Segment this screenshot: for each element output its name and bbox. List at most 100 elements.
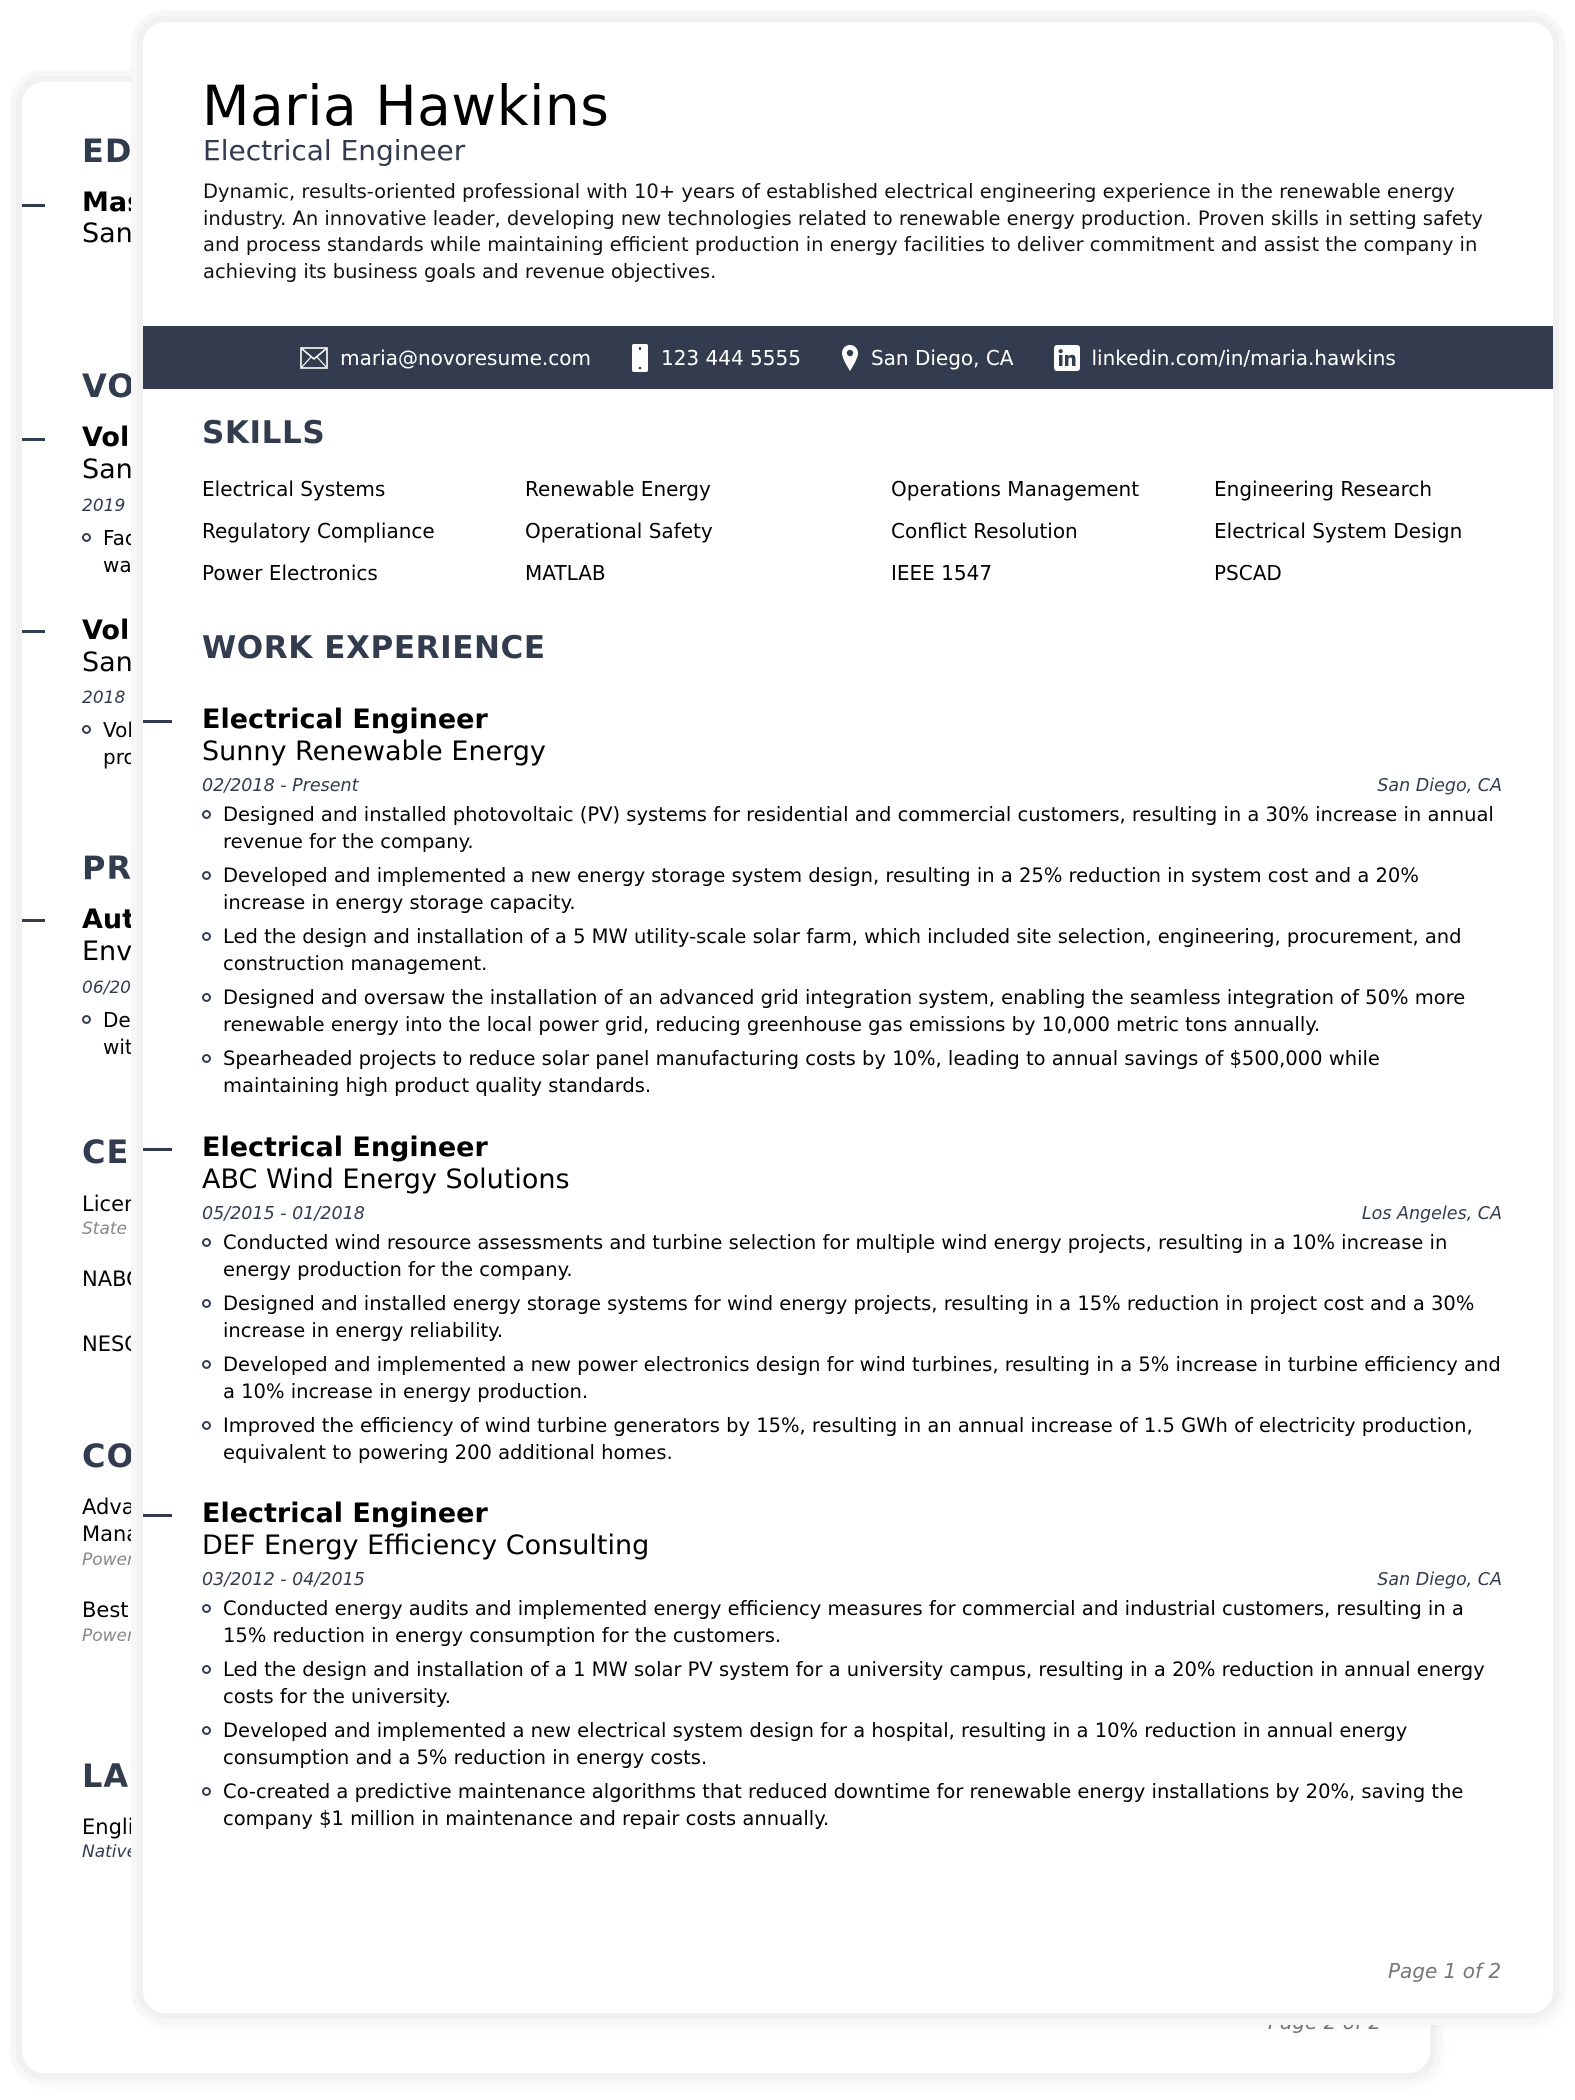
contact-bar: maria@novoresume.com 123 444 5555 San Di… — [143, 326, 1553, 389]
job-bullet-text: Designed and installed energy storage sy… — [223, 1292, 1475, 1342]
volunteer-title: Volu — [82, 615, 149, 646]
job-title: Electrical Engineer — [202, 1132, 488, 1163]
job-bullet: Conducted wind resource assessments and … — [202, 1230, 1502, 1283]
job-bullet: Spearheaded projects to reduce solar pan… — [202, 1046, 1502, 1099]
job-bullet-text: Co-created a predictive maintenance algo… — [223, 1780, 1464, 1830]
bullet-circle-icon — [202, 810, 211, 819]
job-bullet-text: Designed and installed photovoltaic (PV)… — [223, 803, 1494, 853]
job-bullet: Developed and implemented a new power el… — [202, 1352, 1502, 1405]
bullet-circle-icon — [202, 1238, 211, 1247]
volunteer-bullet: Facil — [82, 525, 147, 552]
job-bullet: Led the design and installation of a 1 M… — [202, 1657, 1502, 1710]
job-bullet: Improved the efficiency of wind turbine … — [202, 1413, 1502, 1466]
job-location: Los Angeles, CA — [1361, 1204, 1502, 1224]
page-number: Page 1 of 2 — [1388, 1959, 1502, 1983]
bullet-circle-icon — [82, 533, 91, 542]
contact-email-text[interactable]: maria@novoresume.com — [340, 346, 591, 370]
bullet-circle-icon — [202, 871, 211, 880]
candidate-name: Maria Hawkins — [202, 74, 610, 138]
job-meta: 03/2012 - 04/2015 San Diego, CA — [202, 1568, 1502, 1592]
job-bullets: Conducted wind resource assessments and … — [202, 1230, 1502, 1466]
volunteer-date: 2018 - — [82, 688, 137, 708]
job-bullet-text: Conducted energy audits and implemented … — [223, 1597, 1464, 1647]
skill-item: Conflict Resolution — [891, 519, 1078, 543]
job-dates: 05/2015 - 01/2018 — [202, 1204, 365, 1224]
course-provider: PowerE — [82, 1626, 145, 1646]
project-bullet: Desi — [82, 1007, 147, 1034]
volunteer-bullet: Volu — [82, 717, 146, 744]
job-bullets: Designed and installed photovoltaic (PV)… — [202, 802, 1502, 1099]
contact-linkedin[interactable]: linkedin.com/in/maria.hawkins — [1053, 344, 1396, 371]
section-title-work-experience: WORK EXPERIENCE — [202, 630, 546, 666]
contact-phone-text: 123 444 5555 — [660, 345, 801, 370]
timeline-dash — [143, 720, 172, 723]
bullet-circle-icon — [202, 1054, 211, 1063]
volunteer-title: Volu — [82, 422, 149, 453]
job-company: Sunny Renewable Energy — [202, 736, 546, 767]
job-bullet: Designed and oversaw the installation of… — [202, 985, 1502, 1038]
contact-email[interactable]: maria@novoresume.com — [300, 346, 591, 370]
job-bullet: Led the design and installation of a 5 M… — [202, 924, 1502, 977]
job-bullet-text: Developed and implemented a new electric… — [223, 1719, 1408, 1769]
job-bullet: Designed and installed energy storage sy… — [202, 1291, 1502, 1344]
certificate-issuer: State o — [82, 1219, 143, 1239]
bullet-circle-icon — [202, 1360, 211, 1369]
certificate-name: Licens — [82, 1192, 149, 1216]
timeline-dash — [22, 630, 45, 633]
bullet-circle-icon — [202, 1665, 211, 1674]
job-bullet-text: Conducted wind resource assessments and … — [223, 1231, 1448, 1281]
job-title: Electrical Engineer — [202, 704, 488, 735]
skill-item: IEEE 1547 — [891, 561, 993, 585]
bullet-circle-icon — [202, 1299, 211, 1308]
contact-phone[interactable]: 123 444 5555 — [631, 343, 801, 373]
job-dates: 03/2012 - 04/2015 — [202, 1570, 365, 1590]
skill-item: Power Electronics — [202, 561, 378, 585]
bullet-circle-icon — [202, 1726, 211, 1735]
skill-item: PSCAD — [1214, 561, 1282, 585]
job-bullet-text: Improved the efficiency of wind turbine … — [223, 1414, 1473, 1464]
skills-grid: Electrical Systems Renewable Energy Operat… — [202, 476, 1502, 587]
job-entry: Electrical Engineer ABC Wind Energy Solut… — [143, 1132, 1502, 1474]
candidate-role: Electrical Engineer — [203, 134, 466, 167]
job-meta: 05/2015 - 01/2018 Los Angeles, CA — [202, 1202, 1502, 1226]
course-name-cont: Mana — [82, 1522, 140, 1546]
job-location: San Diego, CA — [1377, 776, 1502, 796]
timeline-dash — [22, 438, 45, 441]
project-date: 06/201 — [82, 978, 142, 998]
job-entry: Electrical Engineer Sunny Renewable Energ… — [143, 704, 1502, 1107]
course-name: Best F — [82, 1598, 148, 1622]
contact-linkedin-text[interactable]: linkedin.com/in/maria.hawkins — [1092, 346, 1396, 370]
project-bullet-cont: with — [103, 1035, 146, 1059]
job-location: San Diego, CA — [1377, 1570, 1502, 1590]
job-bullet-text: Designed and oversaw the installation of… — [223, 986, 1466, 1036]
job-company: ABC Wind Energy Solutions — [202, 1164, 570, 1195]
language-level: Native — [82, 1842, 138, 1862]
job-company: DEF Energy Efficiency Consulting — [202, 1530, 650, 1561]
job-bullet: Developed and implemented a new electric… — [202, 1718, 1502, 1771]
bullet-circle-icon — [82, 725, 91, 734]
course-provider: PowerE — [82, 1550, 145, 1570]
job-bullet: Designed and installed photovoltaic (PV)… — [202, 802, 1502, 855]
skill-item: Electrical Systems — [202, 477, 386, 501]
bullet-circle-icon — [82, 1015, 91, 1024]
job-bullet-text: Led the design and installation of a 5 M… — [223, 925, 1462, 975]
resume-page-1: Maria Hawkins Electrical Engineer Dynami… — [143, 22, 1553, 2013]
skill-item: Operations Management — [891, 477, 1140, 501]
certificate-name: NESC — [82, 1332, 139, 1356]
timeline-dash — [143, 1514, 172, 1517]
skill-item: Electrical System Design — [1214, 519, 1463, 543]
contact-location-text: San Diego, CA — [870, 345, 1014, 370]
job-bullet-text: Developed and implemented a new power el… — [223, 1353, 1501, 1403]
certificate-name: NABC — [82, 1267, 141, 1291]
location-pin-icon — [841, 344, 859, 372]
job-dates: 02/2018 - Present — [202, 776, 359, 796]
volunteer-date: 2019 - — [82, 496, 137, 516]
volunteer-bullet-cont: prog — [103, 745, 149, 769]
skill-item: Renewable Energy — [525, 477, 711, 501]
project-org: Envir — [82, 936, 151, 967]
job-title: Electrical Engineer — [202, 1498, 488, 1529]
job-meta: 02/2018 - Present San Diego, CA — [202, 774, 1502, 798]
page-number: Page 2 of 2 — [1268, 2010, 1382, 2034]
job-entry: Electrical Engineer DEF Energy Efficiency… — [143, 1498, 1502, 1840]
section-title-skills: SKILLS — [202, 415, 326, 451]
